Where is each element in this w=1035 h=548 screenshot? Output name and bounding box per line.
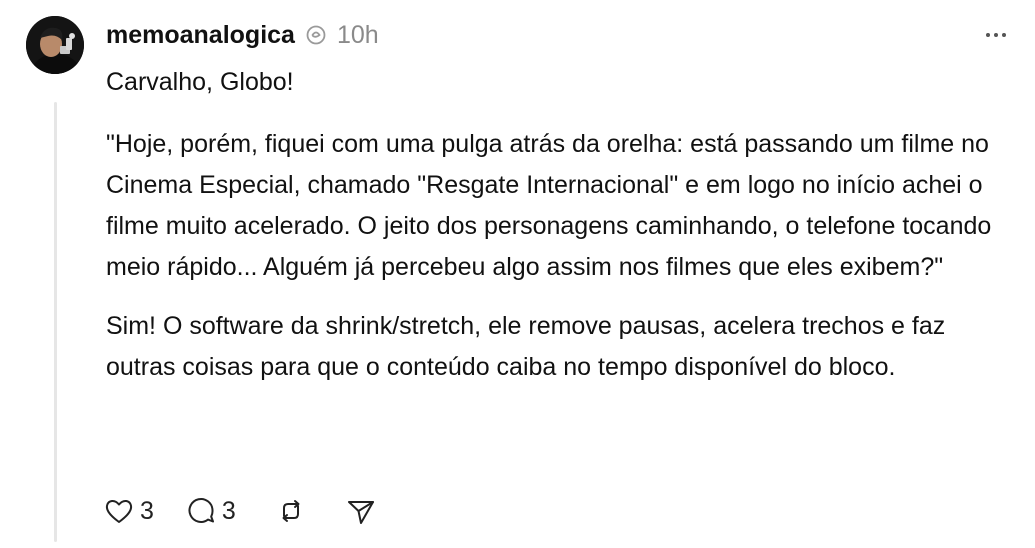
post-paragraph: Sim! O software da shrink/stretch, ele r… [106, 312, 946, 381]
share-button[interactable] [346, 496, 376, 526]
comment-icon [186, 496, 216, 526]
threads-verified-icon [305, 24, 327, 46]
like-count: 3 [140, 496, 154, 525]
thread-line [54, 102, 57, 542]
reply-count: 3 [221, 496, 236, 525]
heart-icon [104, 497, 134, 525]
reply-button[interactable]: 3 [186, 496, 236, 526]
post-paragraph: Carvalho, Globo! [106, 68, 294, 96]
avatar[interactable] [26, 16, 84, 74]
repost-icon [276, 496, 306, 526]
post-actions: 3 3 [104, 492, 376, 530]
repost-button[interactable] [276, 496, 306, 526]
more-options-icon[interactable] [983, 22, 1009, 48]
send-icon [346, 496, 376, 526]
username[interactable]: memoanalogica [106, 21, 295, 50]
like-button[interactable]: 3 [104, 497, 154, 526]
post-body: Carvalho, Globo! "Hoje, porém, fiquei co… [106, 62, 1006, 388]
post-quote-paragraph: "Hoje, porém, fiquei com uma pulga atrás… [106, 130, 992, 281]
post-timestamp[interactable]: 10h [337, 21, 379, 50]
post-header: memoanalogica 10h [106, 16, 379, 54]
